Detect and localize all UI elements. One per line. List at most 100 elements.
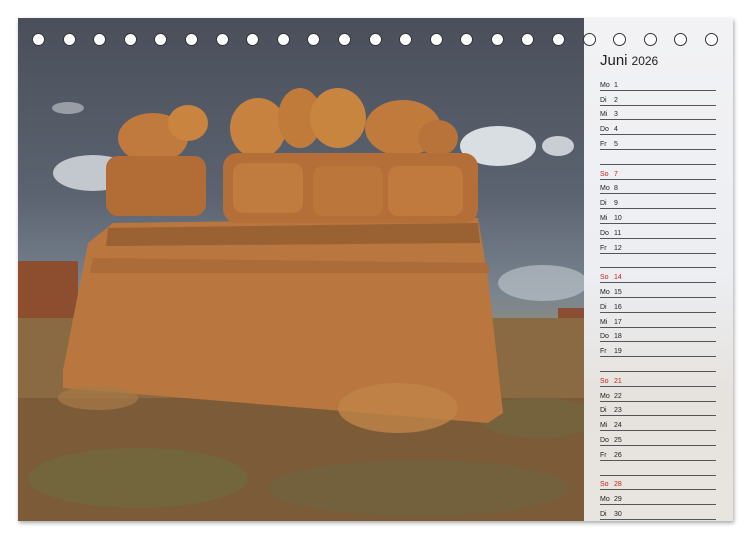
binding-hole — [307, 33, 321, 46]
weekday-label: Fr — [600, 348, 607, 356]
binding-hole — [521, 33, 535, 46]
day-number: 30 — [614, 510, 622, 518]
weekday-label: Mi — [600, 318, 608, 326]
day-number: 18 — [614, 333, 622, 341]
day-row: Fr 19 — [600, 342, 716, 358]
day-row: Mi 17 — [600, 313, 716, 328]
day-number: 12 — [614, 244, 622, 252]
binding-hole — [705, 33, 718, 46]
day-number: 28 — [614, 481, 622, 489]
day-list: Mo 1 Di 2 Mi 3 Do 4 Fr 5 So 7 Mo 8 Di 9 Mi 10 Do 11 Fr 12 So 14… — [600, 76, 716, 520]
binding-hole — [62, 33, 76, 46]
weekday-label: Do — [600, 333, 609, 341]
weekday-label: So — [600, 481, 609, 489]
weekday-label: Mo — [600, 185, 610, 193]
weekday-label: Di — [600, 407, 607, 415]
binding-hole — [399, 33, 413, 46]
weekday-label: So — [600, 377, 609, 385]
day-number: 10 — [614, 214, 622, 222]
binding-hole — [276, 33, 290, 46]
binding-hole — [215, 33, 229, 46]
day-number: 14 — [614, 274, 622, 282]
day-number: 22 — [614, 392, 622, 400]
weekday-label: Mo — [600, 288, 610, 296]
day-number: 16 — [614, 303, 622, 311]
day-row: Mo 22 — [600, 387, 716, 402]
binding-hole — [32, 33, 45, 46]
binding-hole — [643, 33, 657, 46]
day-row: Fr 26 — [600, 446, 716, 461]
day-row: Di 16 — [600, 298, 716, 313]
day-row: So 28 — [600, 476, 716, 491]
binding-hole — [246, 33, 260, 46]
day-row: Mi 24 — [600, 416, 716, 432]
weekday-label: Mi — [600, 422, 608, 430]
day-row: Mo 29 — [600, 490, 716, 506]
day-row: Mo 15 — [600, 283, 716, 298]
day-row: Di 23 — [600, 402, 716, 417]
calendar-page: Juni 2026 Mo 1 Di 2 Mi 3 Do 4 Fr 5 So 7 Mo 8 Di 9 Mi 10 Do 1… — [18, 18, 733, 521]
day-number: 24 — [614, 422, 622, 430]
day-number: 17 — [614, 318, 622, 326]
binding-hole — [460, 33, 474, 46]
month-name: Juni — [600, 52, 628, 69]
month-year: 2026 — [631, 54, 659, 68]
weekday-label: Di — [600, 510, 607, 518]
weekday-label: Fr — [600, 140, 607, 148]
weekday-label: So — [600, 170, 609, 178]
binding-hole — [674, 33, 688, 46]
day-row: Di 2 — [600, 91, 716, 106]
day-number: 4 — [614, 126, 618, 134]
day-number: 25 — [614, 436, 622, 444]
day-row: Fr 5 — [600, 135, 716, 150]
binding-hole — [582, 33, 596, 46]
weekday-label: Mo — [600, 392, 610, 400]
day-row: Di 30 — [600, 505, 716, 520]
day-number: 2 — [614, 96, 618, 104]
binding-hole — [368, 33, 382, 46]
day-number: 23 — [614, 407, 622, 415]
weekday-label: Di — [600, 303, 607, 311]
weekday-label: Do — [600, 436, 609, 444]
weekday-label: So — [600, 274, 609, 282]
binding-hole — [123, 33, 137, 46]
day-number: 1 — [614, 81, 618, 89]
day-row: Mo 8 — [600, 180, 716, 195]
day-number: 5 — [614, 140, 618, 148]
binding-hole — [490, 33, 504, 46]
hoodoo-rock-photo — [18, 18, 584, 521]
day-row: Mi 3 — [600, 106, 716, 121]
day-row: So 21 — [600, 372, 716, 387]
day-number: 26 — [614, 451, 622, 459]
binding-hole — [552, 33, 566, 46]
month-title: Juni 2026 — [600, 52, 658, 69]
weekday-label: Fr — [600, 244, 607, 252]
day-number: 8 — [614, 185, 618, 193]
day-row: So 14 — [600, 268, 716, 284]
day-number: 29 — [614, 496, 622, 504]
day-row: Do 25 — [600, 431, 716, 446]
day-number: 9 — [614, 200, 618, 208]
binding-hole — [337, 33, 351, 46]
day-row: Di 9 — [600, 194, 716, 210]
binding-hole — [184, 33, 198, 46]
weekday-label: Do — [600, 229, 609, 237]
weekday-label: Do — [600, 126, 609, 134]
weekday-label: Mi — [600, 214, 608, 222]
weekday-label: Di — [600, 200, 607, 208]
binding-holes — [0, 33, 750, 47]
day-row-blank — [600, 150, 716, 165]
weekday-label: Fr — [600, 451, 607, 459]
day-number: 19 — [614, 348, 622, 356]
day-number: 11 — [614, 229, 622, 237]
weekday-label: Mo — [600, 81, 610, 89]
day-row: Fr 12 — [600, 239, 716, 254]
weekday-label: Mo — [600, 496, 610, 504]
binding-hole — [429, 33, 443, 46]
day-row: Mi 10 — [600, 209, 716, 224]
weekday-label: Mi — [600, 111, 608, 119]
binding-hole — [93, 33, 107, 46]
day-number: 21 — [614, 377, 622, 385]
day-number: 3 — [614, 111, 618, 119]
day-row-blank — [600, 357, 716, 372]
